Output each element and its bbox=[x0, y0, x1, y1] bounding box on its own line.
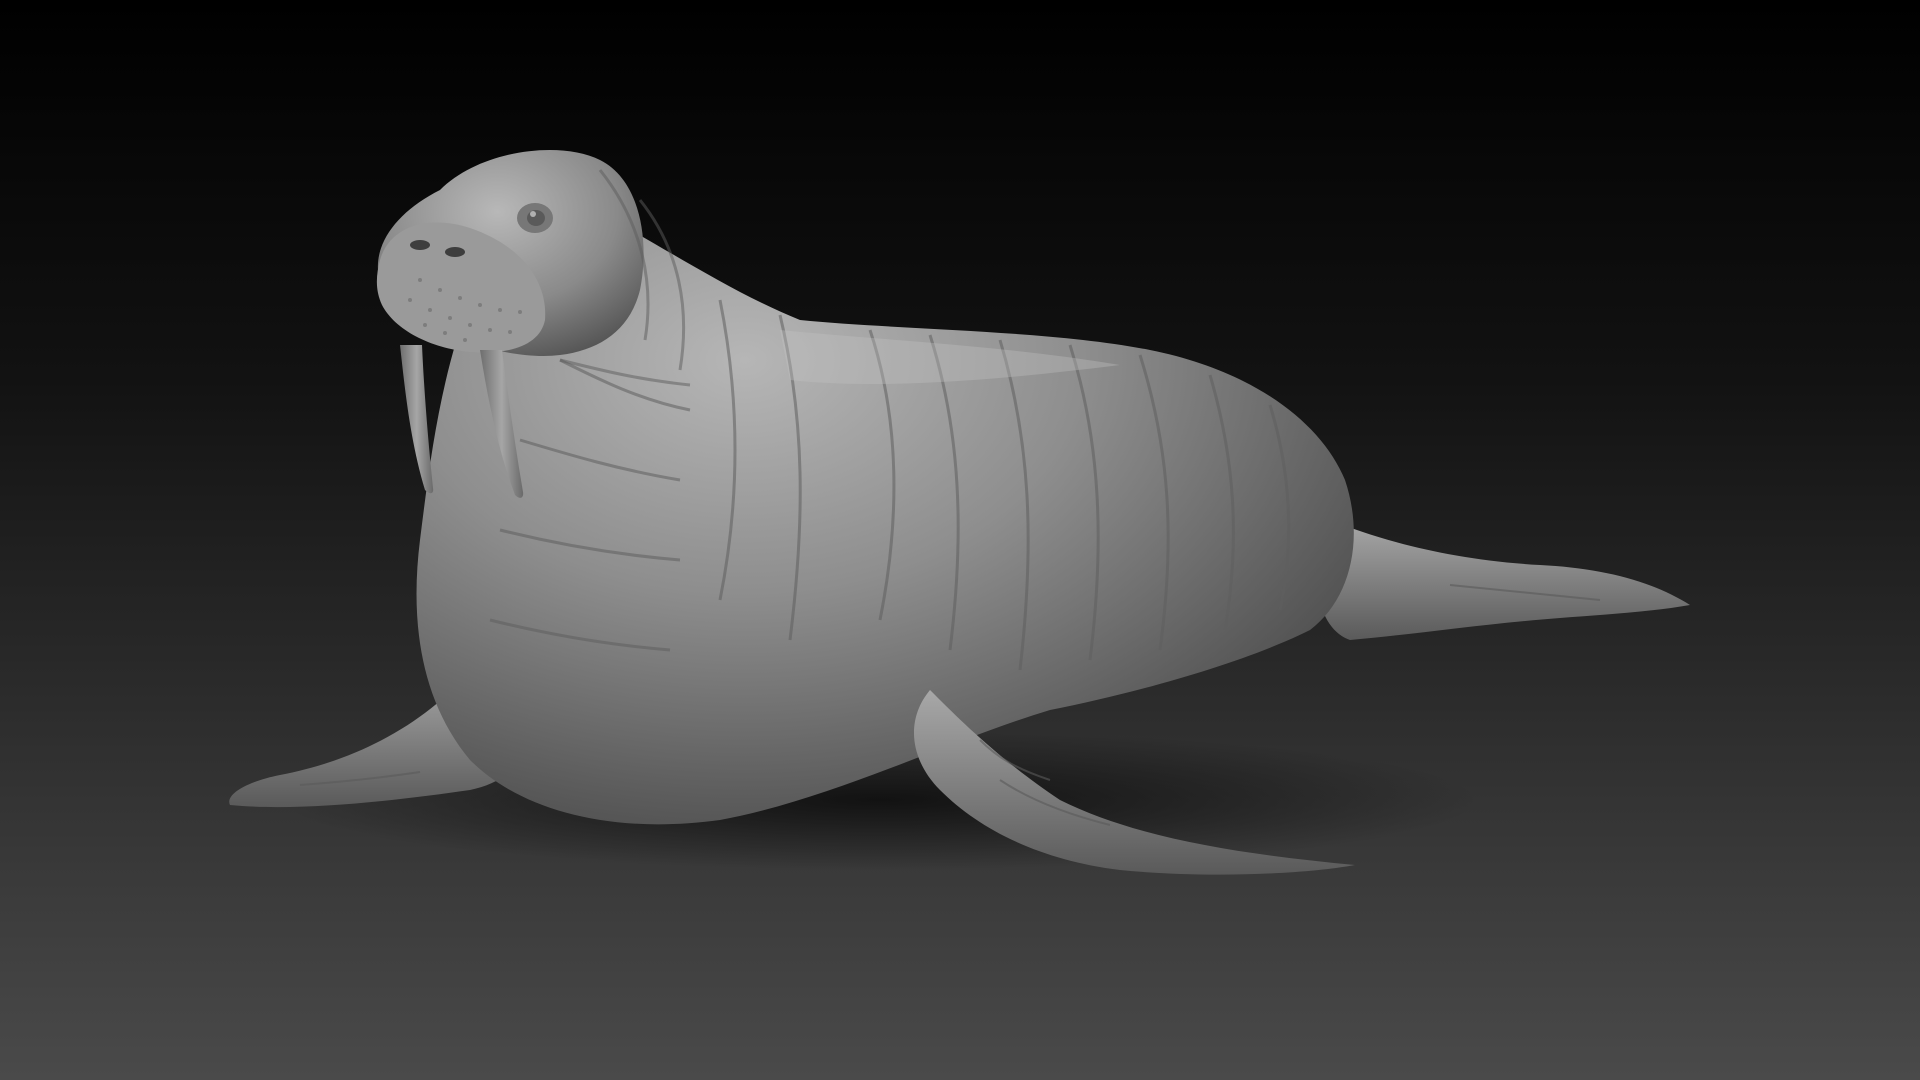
nostril-left bbox=[410, 240, 430, 250]
sculpt-viewport bbox=[0, 0, 1920, 1080]
eye bbox=[527, 210, 545, 226]
eye-highlight bbox=[530, 211, 536, 217]
walrus-render bbox=[0, 0, 1920, 1080]
nostril-right bbox=[445, 247, 465, 257]
